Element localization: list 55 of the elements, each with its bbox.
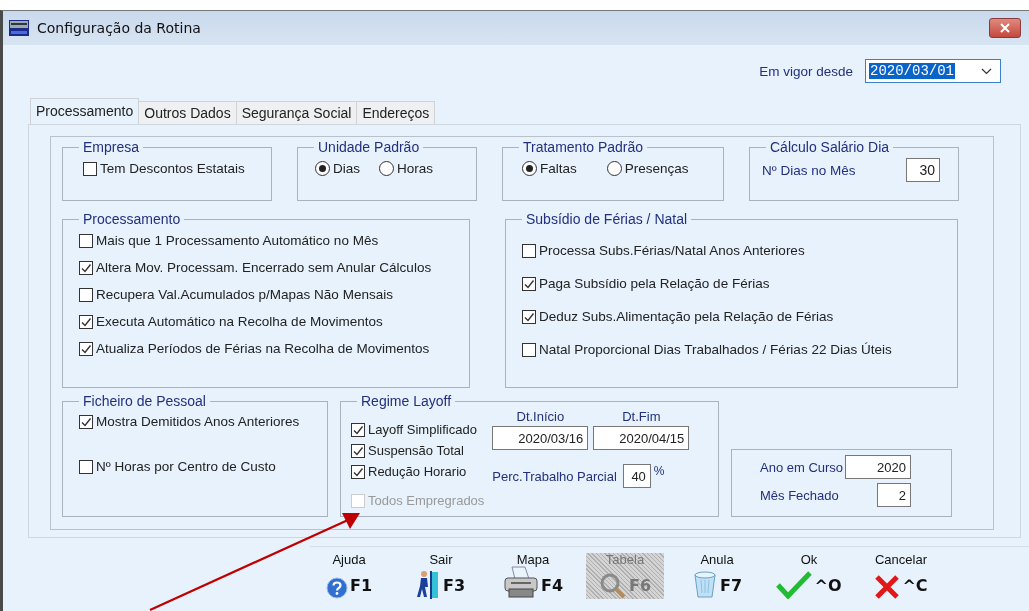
toolbar-button[interactable]: Sair F3 xyxy=(402,553,480,599)
toolbar-button[interactable]: Mapa F4 xyxy=(494,553,572,599)
checkbox-label: Nº Horas por Centro de Custo xyxy=(96,459,276,474)
window-title: Configuração da Rotina xyxy=(37,20,201,36)
field-label: Dt.Início xyxy=(516,409,565,424)
tab[interactable]: Segurança Social xyxy=(235,101,358,124)
checkbox-label: Todos Empregrados xyxy=(368,493,485,508)
group-title: Tratamento Padrão xyxy=(522,139,645,155)
date-field[interactable]: 2020/04/15 xyxy=(593,426,690,450)
checkbox-label: Deduz Subs.Alimentação pela Relação de Férias xyxy=(539,309,834,324)
radio-label: Presenças xyxy=(624,161,689,176)
field-label: Nº Dias no Mês xyxy=(762,162,856,178)
group-title: Subsídio de Férias / Natal xyxy=(525,211,689,227)
number-field[interactable]: 40 xyxy=(622,464,651,488)
group-title: Regime Layoff xyxy=(360,393,453,409)
field-label: Em vigor desde xyxy=(759,63,853,79)
field-label: Dt.Fim xyxy=(622,409,661,424)
radio-label: Dias xyxy=(333,161,360,176)
radio-label: Faltas xyxy=(540,161,577,176)
number-field[interactable]: 2 xyxy=(877,483,911,507)
toolbar-button[interactable]: Ok ^O xyxy=(770,553,848,599)
field-label: Perc.Trabalho Parcial xyxy=(492,468,617,484)
toolbar-button[interactable]: Ajuda F1 xyxy=(310,553,388,599)
group-title: Processamento xyxy=(82,211,182,227)
field-label: Ano em Curso xyxy=(760,459,844,475)
radio-label: Horas xyxy=(397,161,434,176)
number-field[interactable]: 30 xyxy=(906,158,940,182)
checkbox-label: Executa Automático na Recolha de Movimentos xyxy=(96,314,383,329)
group-title: Unidade Padrão xyxy=(317,139,421,155)
tab[interactable]: Processamento xyxy=(30,98,140,124)
field-label: Mês Fechado xyxy=(760,487,839,503)
checkbox-label: Paga Subsídio pela Relação de Férias xyxy=(539,276,770,291)
tab[interactable]: Endereços xyxy=(356,101,436,124)
checkbox-label: Layoff Simplificado xyxy=(368,422,477,437)
checkbox-label: Natal Proporcional Dias Trabalhados / Férias 22 Dias Úteis xyxy=(539,342,892,357)
group-title: Empresa xyxy=(82,139,141,155)
checkbox-label: Redução Horario xyxy=(368,464,467,479)
group-title: Cálculo Salário Dia xyxy=(769,139,891,155)
tab[interactable]: Outros Dados xyxy=(138,101,237,124)
toolbar-button[interactable]: Cancelar ^C xyxy=(862,553,940,599)
checkbox-label: Mostra Demitidos Anos Anteriores xyxy=(96,414,300,429)
group-title: Ficheiro de Pessoal xyxy=(82,393,207,409)
dropdown-value: 2020/03/01 xyxy=(869,63,955,79)
checkbox-label: Tem Descontos Estatais xyxy=(100,161,245,176)
checkbox-label: Recupera Val.Acumulados p/Mapas Não Mensais xyxy=(96,287,393,302)
unit-label: % xyxy=(653,464,665,478)
toolbar-button[interactable]: Anula F7 xyxy=(678,553,756,599)
number-field[interactable]: 2020 xyxy=(845,455,911,479)
checkbox-label: Altera Mov. Processam. Encerrado sem Anular Cálculos xyxy=(96,260,432,275)
checkbox-label: Atualiza Períodos de Férias na Recolha de Movimentos xyxy=(96,341,430,356)
date-field[interactable]: 2020/03/16 xyxy=(492,426,589,450)
checkbox-label: Mais que 1 Processamento Automático no Mês xyxy=(96,233,379,248)
checkbox-label: Suspensão Total xyxy=(368,443,464,458)
checkbox-label: Processa Subs.Férias/Natal Anos Anteriores xyxy=(539,243,805,258)
date-dropdown[interactable]: 2020/03/01 xyxy=(865,59,1001,83)
